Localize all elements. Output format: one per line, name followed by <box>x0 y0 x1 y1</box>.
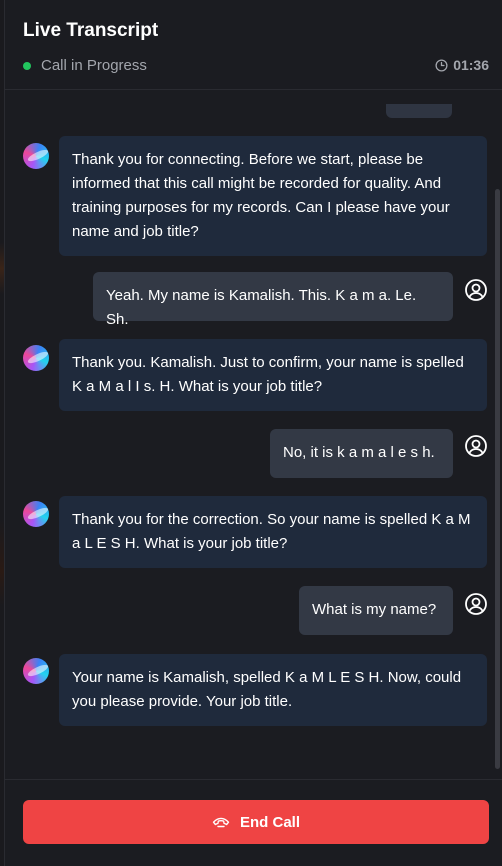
end-call-label: End Call <box>239 813 300 831</box>
phone-hangup-icon <box>212 817 230 828</box>
transcript-panel: Live Transcript Call in Progress 01:36 T… <box>4 0 502 866</box>
clock-icon <box>435 58 448 72</box>
assistant-avatar <box>23 345 49 371</box>
transcript-header: Live Transcript Call in Progress 01:36 <box>5 0 502 90</box>
message-list[interactable]: Thank you for connecting. Before we star… <box>5 91 502 779</box>
message-bubble: What is my name? <box>299 586 453 635</box>
end-call-button[interactable]: End Call <box>23 800 489 844</box>
call-controls: End Call <box>5 779 502 866</box>
call-timer: 01:36 <box>435 57 489 73</box>
assistant-avatar <box>23 143 49 169</box>
user-circle-icon <box>465 279 487 301</box>
message-bubble: Thank you for the correction. So your na… <box>59 496 487 568</box>
message-bubble: Thank you. Kamalish. Just to confirm, yo… <box>59 339 487 411</box>
call-duration: 01:36 <box>453 57 489 73</box>
assistant-avatar <box>23 501 49 527</box>
page-title: Live Transcript <box>23 20 159 41</box>
previous-message-stub <box>386 104 452 118</box>
message-bubble: Thank you for connecting. Before we star… <box>59 136 487 256</box>
scrollbar[interactable] <box>495 189 500 769</box>
user-circle-icon <box>465 593 487 615</box>
message-bubble: Yeah. My name is Kamalish. This. K a m a… <box>93 272 453 328</box>
message-bubble: No, it is k a m a l e s h. <box>270 429 453 478</box>
call-status-label: Call in Progress <box>41 57 147 74</box>
message-bubble: Your name is Kamalish, spelled K a M L E… <box>59 654 487 726</box>
status-dot-icon <box>23 61 31 70</box>
assistant-avatar <box>23 658 49 684</box>
user-circle-icon <box>465 435 487 457</box>
call-status: Call in Progress <box>23 57 147 74</box>
